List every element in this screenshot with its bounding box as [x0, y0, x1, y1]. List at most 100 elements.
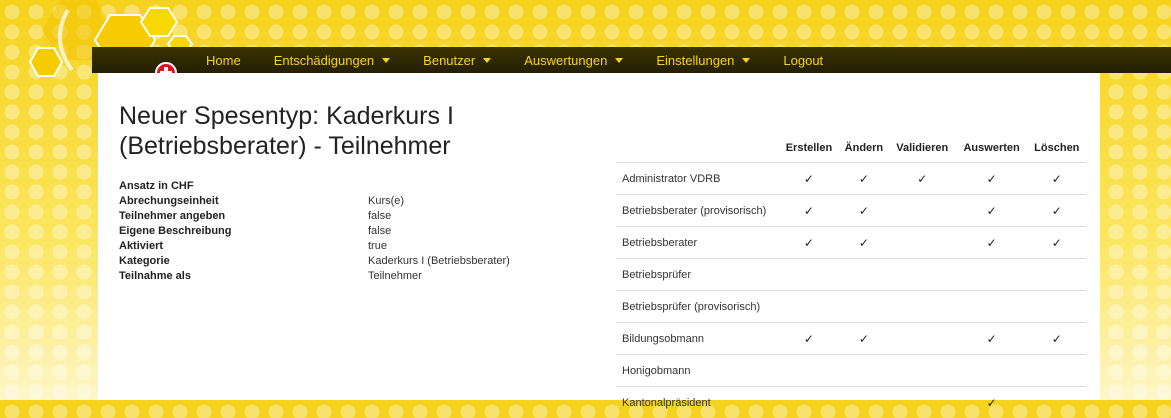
table-row: Honigobmann	[616, 355, 1086, 387]
permission-cell	[1028, 259, 1086, 291]
nav-item-label: Logout	[783, 53, 823, 68]
permission-cell	[839, 259, 889, 291]
permission-cell	[889, 227, 956, 259]
permission-cell	[1028, 387, 1086, 418]
checkmark-icon: ✓	[987, 396, 997, 410]
nav-item-benutzer[interactable]: Benutzer	[423, 53, 491, 68]
checkmark-icon: ✓	[859, 332, 869, 346]
table-row: Betriebsberater (provisorisch) ✓ ✓ ✓ ✓	[616, 195, 1086, 227]
permission-cell: ✓	[889, 163, 956, 195]
permission-cell: ✓	[1028, 323, 1086, 355]
checkmark-icon: ✓	[804, 332, 814, 346]
property-row: Teilnahme alsTeilnehmer	[119, 269, 510, 284]
permission-cell	[779, 355, 839, 387]
permission-cell: ✓	[839, 195, 889, 227]
property-label: Teilnahme als	[119, 269, 368, 284]
property-value: Kurs(e)	[368, 194, 404, 209]
caret-down-icon	[742, 58, 750, 63]
permission-cell	[956, 355, 1028, 387]
property-label: Kategorie	[119, 254, 368, 269]
nav-item-home[interactable]: Home	[206, 53, 241, 68]
role-name: Administrator VDRB	[616, 163, 779, 195]
checkmark-icon: ✓	[987, 172, 997, 186]
property-label: Eigene Beschreibung	[119, 224, 368, 239]
main-navbar: Home Entschädigungen Benutzer Auswertungen E…	[92, 47, 1171, 73]
checkmark-icon: ✓	[1052, 332, 1062, 346]
role-name: Betriebsprüfer (provisorisch)	[616, 291, 779, 323]
nav-item-label: Entschädigungen	[274, 53, 374, 68]
permission-cell	[1028, 291, 1086, 323]
permission-cell	[889, 291, 956, 323]
column-header: Ändern	[839, 133, 889, 163]
nav-item-auswertungen[interactable]: Auswertungen	[524, 53, 623, 68]
checkmark-icon: ✓	[859, 172, 869, 186]
permission-cell: ✓	[839, 323, 889, 355]
role-name: Kantonalpräsident	[616, 387, 779, 418]
permission-cell	[839, 291, 889, 323]
permission-cell: ✓	[839, 163, 889, 195]
nav-item-label: Auswertungen	[524, 53, 607, 68]
checkmark-icon: ✓	[987, 332, 997, 346]
permission-cell: ✓	[1028, 227, 1086, 259]
permission-cell: ✓	[956, 163, 1028, 195]
role-name: Bildungsobmann	[616, 323, 779, 355]
nav-item-label: Benutzer	[423, 53, 475, 68]
role-name: Honigobmann	[616, 355, 779, 387]
table-row: Betriebsprüfer (provisorisch)	[616, 291, 1086, 323]
property-row: Teilnehmer angebenfalse	[119, 209, 510, 224]
checkmark-icon: ✓	[917, 172, 927, 186]
nav-item-entsch-digungen[interactable]: Entschädigungen	[274, 53, 390, 68]
table-row: Betriebsberater ✓ ✓ ✓ ✓	[616, 227, 1086, 259]
permission-cell: ✓	[779, 195, 839, 227]
permissions-table: ErstellenÄndernValidierenAuswertenLösche…	[616, 133, 1086, 418]
checkmark-icon: ✓	[1052, 172, 1062, 186]
nav-item-logout[interactable]: Logout	[783, 53, 823, 68]
property-row: Ansatz in CHF	[119, 179, 510, 194]
property-value: false	[368, 209, 391, 224]
nav-item-label: Home	[206, 53, 241, 68]
checkmark-icon: ✓	[1052, 236, 1062, 250]
nav-item-einstellungen[interactable]: Einstellungen	[656, 53, 750, 68]
permission-cell: ✓	[956, 195, 1028, 227]
properties-list: Ansatz in CHFAbrechungseinheitKurs(e)Tei…	[119, 179, 510, 284]
checkmark-icon: ✓	[1052, 204, 1062, 218]
permission-cell	[956, 259, 1028, 291]
property-label: Aktiviert	[119, 239, 368, 254]
checkmark-icon: ✓	[804, 172, 814, 186]
permission-cell: ✓	[839, 227, 889, 259]
table-row: Administrator VDRB ✓ ✓ ✓ ✓ ✓	[616, 163, 1086, 195]
property-value: false	[368, 224, 391, 239]
checkmark-icon: ✓	[987, 236, 997, 250]
property-value: Teilnehmer	[368, 269, 422, 284]
role-name: Betriebsprüfer	[616, 259, 779, 291]
column-header: Auswerten	[956, 133, 1028, 163]
main-content: Neuer Spesentyp: Kaderkurs I (Betriebsbe…	[98, 73, 1100, 400]
permission-cell	[889, 387, 956, 418]
permission-cell	[779, 291, 839, 323]
property-value: Kaderkurs I (Betriebsberater)	[368, 254, 510, 269]
role-name: Betriebsberater (provisorisch)	[616, 195, 779, 227]
permission-cell	[889, 259, 956, 291]
property-value: true	[368, 239, 387, 254]
checkmark-icon: ✓	[804, 236, 814, 250]
property-label: Teilnehmer angeben	[119, 209, 368, 224]
permission-cell	[779, 259, 839, 291]
permission-cell	[779, 387, 839, 418]
column-header: Validieren	[889, 133, 956, 163]
caret-down-icon	[483, 58, 491, 63]
permission-cell	[839, 355, 889, 387]
permission-cell	[839, 387, 889, 418]
permission-cell: ✓	[779, 227, 839, 259]
nav-item-label: Einstellungen	[656, 53, 734, 68]
permission-cell: ✓	[1028, 195, 1086, 227]
permission-cell: ✓	[779, 323, 839, 355]
permission-cell	[889, 323, 956, 355]
permission-cell	[889, 195, 956, 227]
checkmark-icon: ✓	[859, 204, 869, 218]
checkmark-icon: ✓	[804, 204, 814, 218]
property-label: Ansatz in CHF	[119, 179, 368, 194]
caret-down-icon	[382, 58, 390, 63]
caret-down-icon	[615, 58, 623, 63]
role-name: Betriebsberater	[616, 227, 779, 259]
table-row: Kantonalpräsident ✓	[616, 387, 1086, 418]
